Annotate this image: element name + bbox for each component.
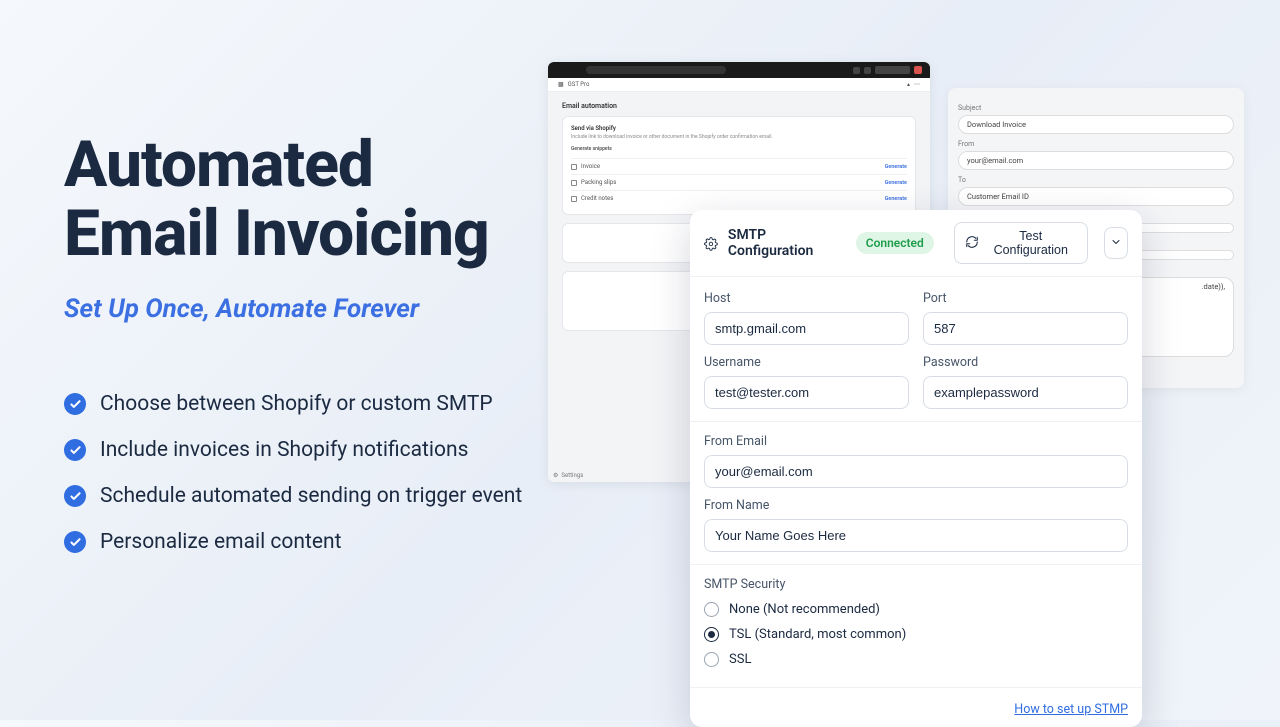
app-icon: ▩ <box>558 81 564 88</box>
smtp-title: SMTP Configuration <box>728 227 846 259</box>
list-item-label: Choose between Shopify or custom SMTP <box>100 392 493 416</box>
list-item: Choose between Shopify or custom SMTP <box>64 392 584 416</box>
radio-ssl-label: SSL <box>729 652 751 667</box>
subject-input[interactable]: Download Invoice <box>958 115 1234 134</box>
smtp-configuration-card: SMTP Configuration Connected Test Config… <box>690 210 1142 727</box>
generate-link[interactable]: Generate <box>885 196 907 202</box>
expand-button[interactable] <box>1104 227 1128 259</box>
hero-title: Automated Email Invoicing <box>64 130 584 268</box>
from-input[interactable]: your@email.com <box>958 151 1234 170</box>
list-item: Schedule automated sending on trigger ev… <box>64 484 584 508</box>
port-label: Port <box>923 291 1128 306</box>
from-email-label: From Email <box>704 434 1128 449</box>
check-icon <box>64 485 86 507</box>
chevron-down-icon <box>1110 236 1122 251</box>
radio-ssl[interactable] <box>704 652 719 667</box>
from-name-input[interactable] <box>704 519 1128 552</box>
check-icon <box>64 439 86 461</box>
list-item: Personalize email content <box>64 530 584 554</box>
settings-link[interactable]: ⚙Settings <box>553 472 583 479</box>
from-name-label: From Name <box>704 498 1128 513</box>
username-input[interactable] <box>704 376 909 409</box>
smtp-security-label: SMTP Security <box>704 577 1128 592</box>
list-item: Include invoices in Shopify notification… <box>64 438 584 462</box>
radio-tsl-label: TSL (Standard, most common) <box>729 627 906 642</box>
how-to-link[interactable]: How to set up STMP <box>1014 702 1128 717</box>
radio-none-label: None (Not recommended) <box>729 602 880 617</box>
bell-icon: ▴ <box>907 81 910 88</box>
generate-link[interactable]: Generate <box>885 180 907 186</box>
port-input[interactable] <box>923 312 1128 345</box>
from-email-input[interactable] <box>704 455 1128 488</box>
section-title: Email automation <box>562 102 916 110</box>
check-icon <box>64 393 86 415</box>
list-item-label: Include invoices in Shopify notification… <box>100 438 468 462</box>
to-input[interactable]: Customer Email ID <box>958 187 1234 206</box>
generate-link[interactable]: Generate <box>885 164 907 170</box>
doc-icon <box>571 196 577 202</box>
doc-icon <box>571 180 577 186</box>
username-label: Username <box>704 355 909 370</box>
check-icon <box>64 531 86 553</box>
status-badge: Connected <box>856 232 934 254</box>
shopify-card-desc: Include link to download invoice or othe… <box>571 134 907 140</box>
app-name: GST Pro <box>568 81 590 88</box>
store-badge <box>875 66 910 74</box>
shopify-card-title: Send via Shopify <box>571 125 907 132</box>
hero-subtitle: Set Up Once, Automate Forever <box>64 294 584 324</box>
password-label: Password <box>923 355 1128 370</box>
radio-none[interactable] <box>704 602 719 617</box>
refresh-icon <box>965 235 979 252</box>
host-input[interactable] <box>704 312 909 345</box>
password-input[interactable] <box>923 376 1128 409</box>
gear-icon: ⚙ <box>553 472 558 479</box>
gear-icon <box>704 236 718 251</box>
radio-tsl[interactable] <box>704 627 719 642</box>
feature-list: Choose between Shopify or custom SMTP In… <box>64 392 584 554</box>
test-configuration-button[interactable]: Test Configuration <box>954 222 1088 264</box>
list-item-label: Schedule automated sending on trigger ev… <box>100 484 522 508</box>
doc-icon <box>571 164 577 170</box>
list-item-label: Personalize email content <box>100 530 341 554</box>
host-label: Host <box>704 291 909 306</box>
